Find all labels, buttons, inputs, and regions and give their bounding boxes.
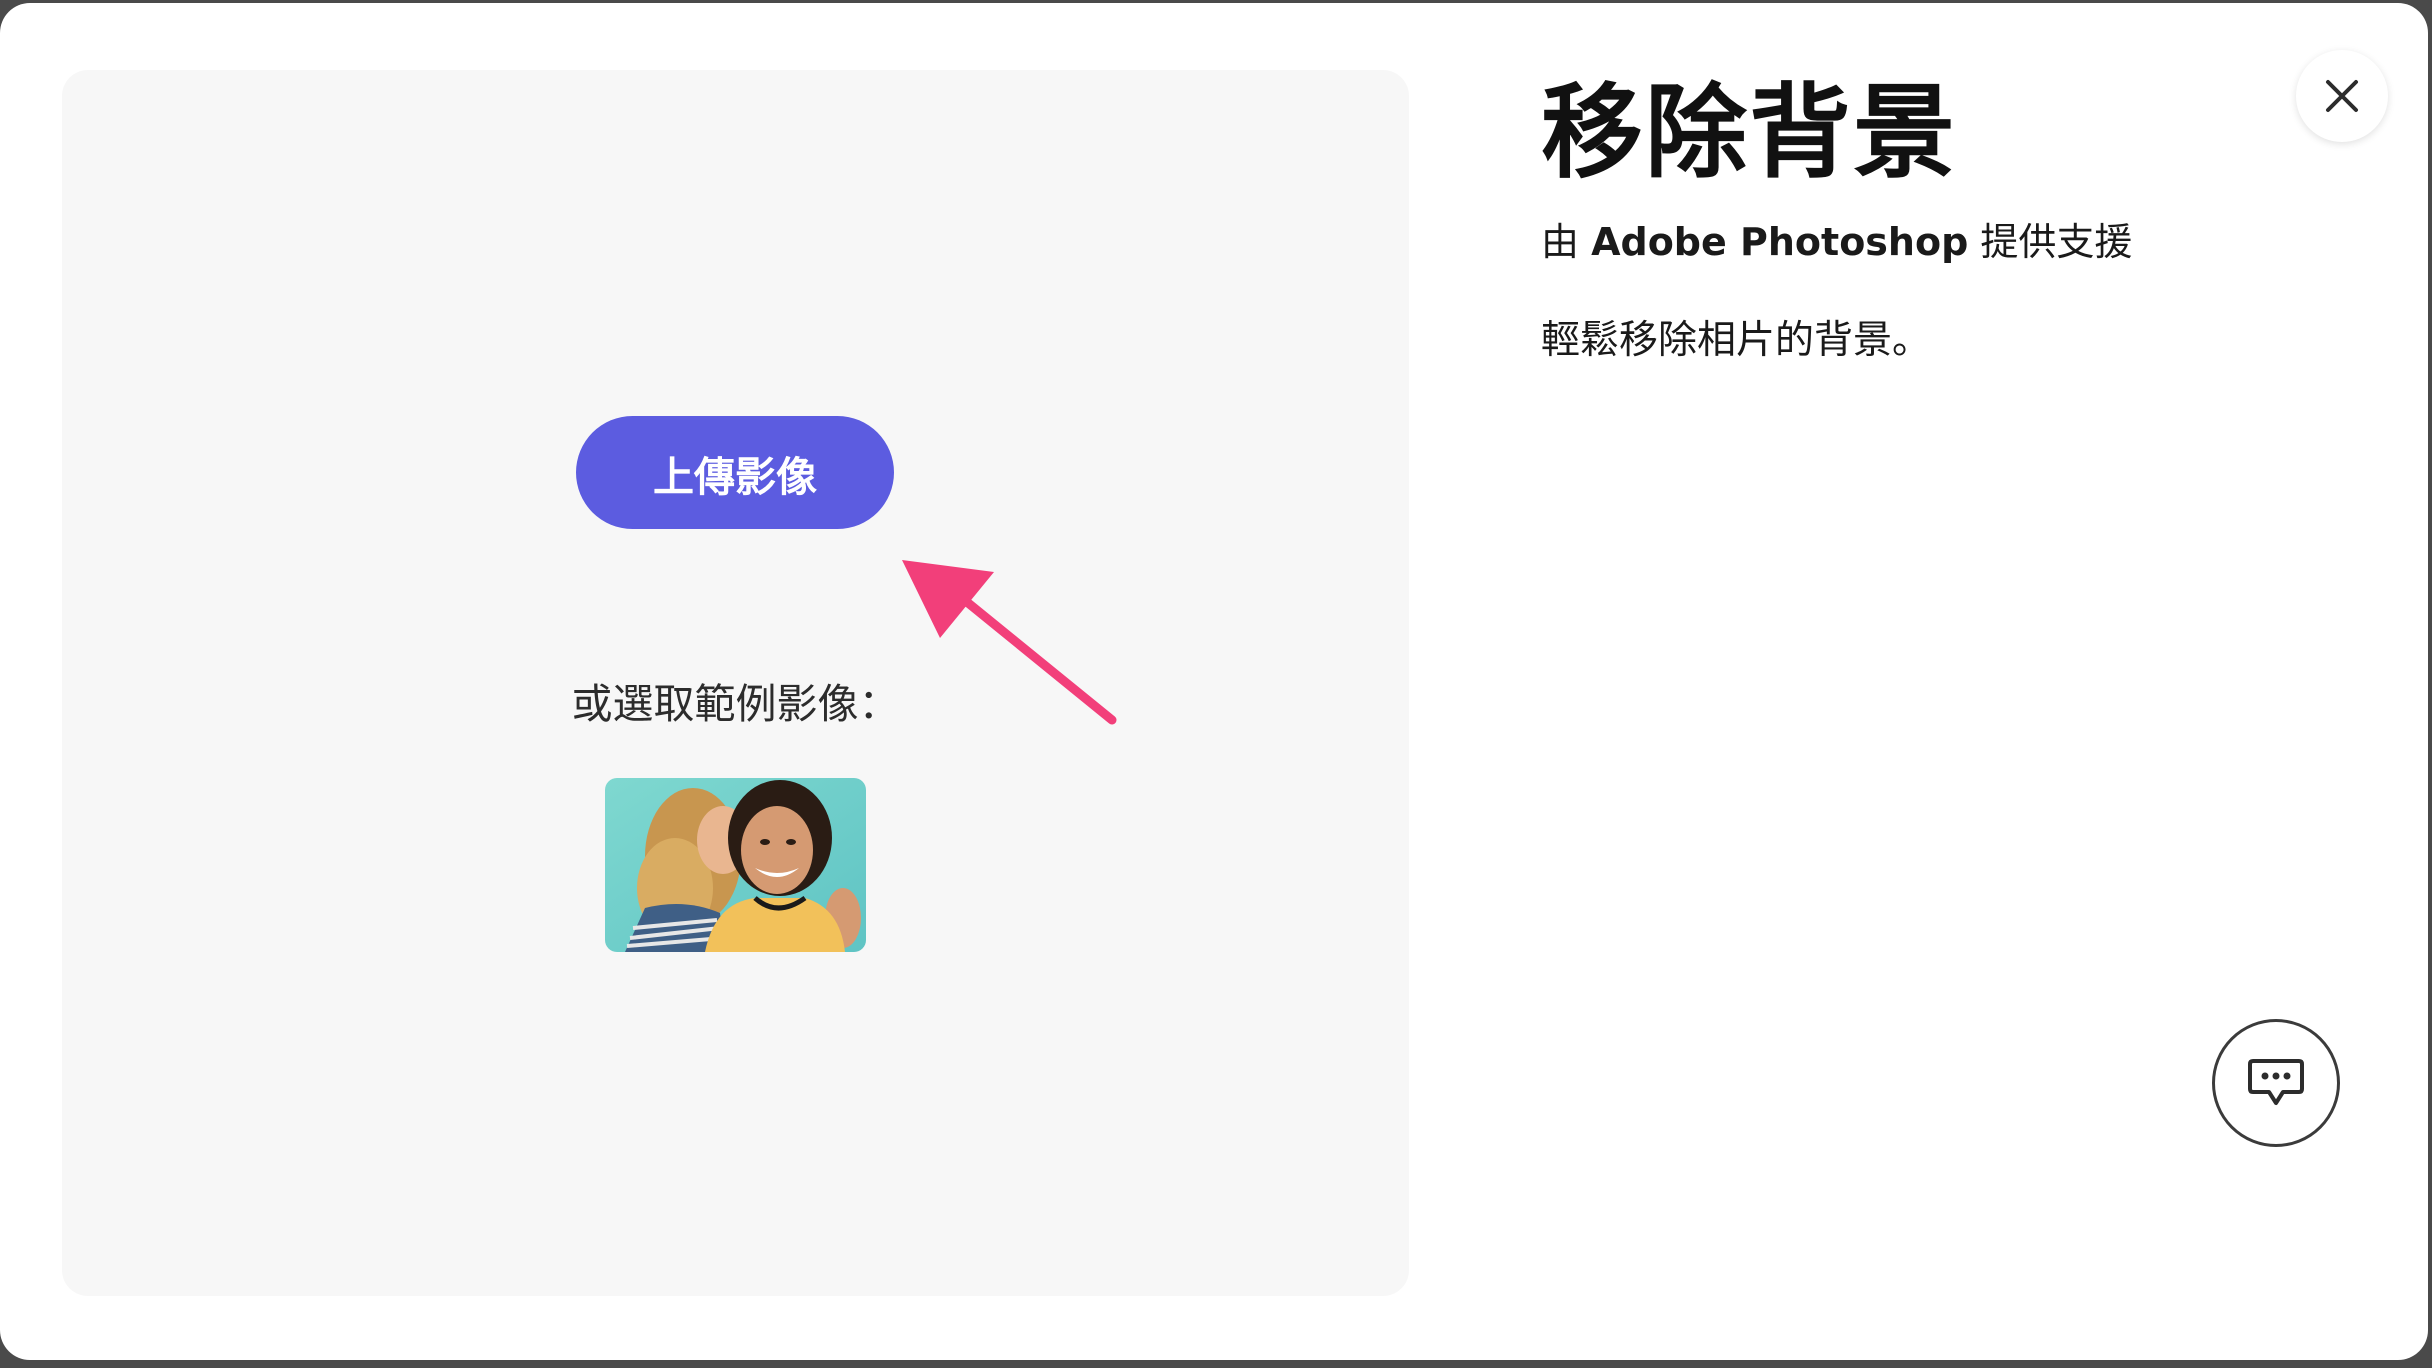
powered-by-prefix: 由 <box>1541 220 1592 264</box>
sample-photo-two-women <box>605 778 866 952</box>
sample-image-thumbnail[interactable] <box>605 778 866 952</box>
close-button[interactable] <box>2296 50 2388 142</box>
page-title: 移除背景 <box>1541 74 1957 193</box>
powered-by-brand: Adobe Photoshop <box>1591 220 1969 264</box>
feedback-chat-button[interactable] <box>2212 1019 2340 1147</box>
powered-by-suffix: 提供支援 <box>1968 220 2133 264</box>
upload-panel: 上傳影像 或選取範例影像： <box>62 70 1409 1296</box>
chat-icon <box>2248 1059 2304 1105</box>
sample-images-label: 或選取範例影像： <box>571 680 900 728</box>
powered-by-text: 由 Adobe Photoshop 提供支援 <box>1541 211 2132 266</box>
remove-background-dialog: 上傳影像 或選取範例影像： 移除背景 由 Adobe Photoshop 提供支… <box>0 3 2428 1360</box>
close-icon <box>2326 80 2358 112</box>
upload-image-button[interactable]: 上傳影像 <box>576 416 894 529</box>
feature-description: 輕鬆移除相片的背景。 <box>1541 318 1932 363</box>
